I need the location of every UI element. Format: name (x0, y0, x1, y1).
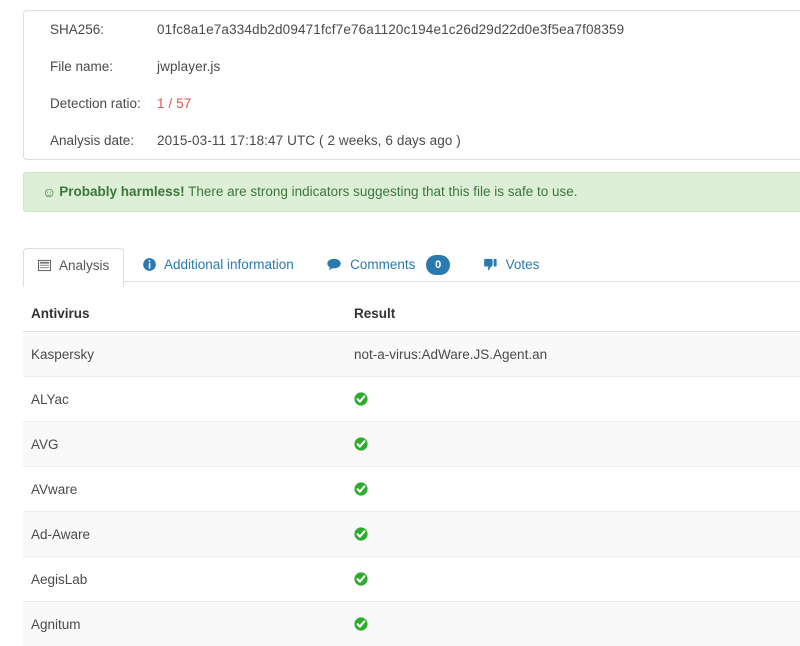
green-check-circle-icon (354, 482, 368, 496)
table-row: Agnitum (23, 602, 800, 646)
tab-item-additional-information: Additional information (128, 247, 309, 286)
antivirus-name: Ad-Aware (23, 512, 346, 557)
tab-comments[interactable]: Comments 0 (312, 246, 465, 286)
tab-item-analysis: Analysis (23, 248, 124, 286)
tab-votes-label: Votes (506, 257, 540, 272)
file-info-panel: SHA256: 01fc8a1e7a334db2d09471fcf7e76a11… (23, 10, 800, 160)
analysis-date-label: Analysis date: (24, 122, 157, 159)
file-name-value: jwplayer.js (157, 48, 800, 85)
table-row: Kaspersky not-a-virus:AdWare.JS.Agent.an (23, 332, 800, 377)
antivirus-name: ALYac (23, 377, 346, 422)
scan-result: not-a-virus:AdWare.JS.Agent.an (346, 332, 800, 377)
scan-result (346, 557, 800, 602)
file-info-row-sha256: SHA256: 01fc8a1e7a334db2d09471fcf7e76a11… (24, 11, 800, 48)
antivirus-name: Kaspersky (23, 332, 346, 377)
table-row: ALYac (23, 377, 800, 422)
table-row: Ad-Aware (23, 512, 800, 557)
detection-ratio-label: Detection ratio: (24, 85, 157, 122)
results-table-body: Kaspersky not-a-virus:AdWare.JS.Agent.an… (23, 332, 800, 646)
detection-ratio-value: 1 / 57 (157, 85, 800, 122)
sha256-value: 01fc8a1e7a334db2d09471fcf7e76a1120c194e1… (157, 11, 800, 48)
column-header-result: Result (346, 298, 800, 332)
info-circle-icon (143, 258, 156, 276)
green-check-circle-icon (354, 392, 368, 406)
tab-list: Analysis Additional information (23, 246, 800, 282)
results-header-row: Antivirus Result (23, 298, 800, 332)
green-check-circle-icon (354, 572, 368, 586)
antivirus-results-table: Antivirus Result Kaspersky not-a-virus:A… (23, 298, 800, 646)
tab-additional-information-label: Additional information (164, 257, 294, 272)
tab-bar: Analysis Additional information (23, 246, 800, 282)
antivirus-name: Agnitum (23, 602, 346, 646)
scan-result (346, 512, 800, 557)
scan-result (346, 467, 800, 512)
file-info-row-analysis-date: Analysis date: 2015-03-11 17:18:47 UTC (… (24, 122, 800, 159)
results-table-head: Antivirus Result (23, 298, 800, 332)
tab-analysis-label: Analysis (59, 258, 109, 273)
scan-result (346, 602, 800, 646)
file-info-row-filename: File name: jwplayer.js (24, 48, 800, 85)
list-table-icon (38, 259, 51, 277)
table-row: AVG (23, 422, 800, 467)
table-row: AegisLab (23, 557, 800, 602)
green-check-circle-icon (354, 527, 368, 541)
harmless-alert-banner: ☺Probably harmless! There are strong ind… (23, 172, 800, 212)
tab-item-votes: Votes (469, 247, 555, 286)
tab-comments-label: Comments (350, 257, 415, 272)
column-header-antivirus: Antivirus (23, 298, 346, 332)
scan-result (346, 377, 800, 422)
green-check-circle-icon (354, 437, 368, 451)
harmless-alert-message: There are strong indicators suggesting t… (185, 184, 578, 199)
antivirus-name: AegisLab (23, 557, 346, 602)
scan-result (346, 422, 800, 467)
file-name-label: File name: (24, 48, 157, 85)
antivirus-name: AVware (23, 467, 346, 512)
antivirus-name: AVG (23, 422, 346, 467)
table-row: AVware (23, 467, 800, 512)
tab-votes[interactable]: Votes (469, 247, 555, 286)
smiley-face-icon: ☺ (42, 184, 56, 200)
sha256-label: SHA256: (24, 11, 157, 48)
comments-count-badge: 0 (426, 255, 450, 275)
analysis-results-panel: Antivirus Result Kaspersky not-a-virus:A… (23, 298, 800, 646)
tab-additional-information[interactable]: Additional information (128, 247, 309, 286)
speech-bubble-icon (327, 258, 341, 276)
file-info-row-detection-ratio: Detection ratio: 1 / 57 (24, 85, 800, 122)
harmless-alert-headline: Probably harmless! (59, 184, 184, 199)
file-info-table: SHA256: 01fc8a1e7a334db2d09471fcf7e76a11… (24, 11, 800, 159)
file-info-rows: SHA256: 01fc8a1e7a334db2d09471fcf7e76a11… (24, 11, 800, 159)
tab-item-comments: Comments 0 (312, 246, 465, 286)
thumbs-down-icon (484, 258, 497, 276)
tab-analysis[interactable]: Analysis (23, 248, 124, 287)
analysis-date-value: 2015-03-11 17:18:47 UTC ( 2 weeks, 6 day… (157, 122, 800, 159)
green-check-circle-icon (354, 617, 368, 631)
